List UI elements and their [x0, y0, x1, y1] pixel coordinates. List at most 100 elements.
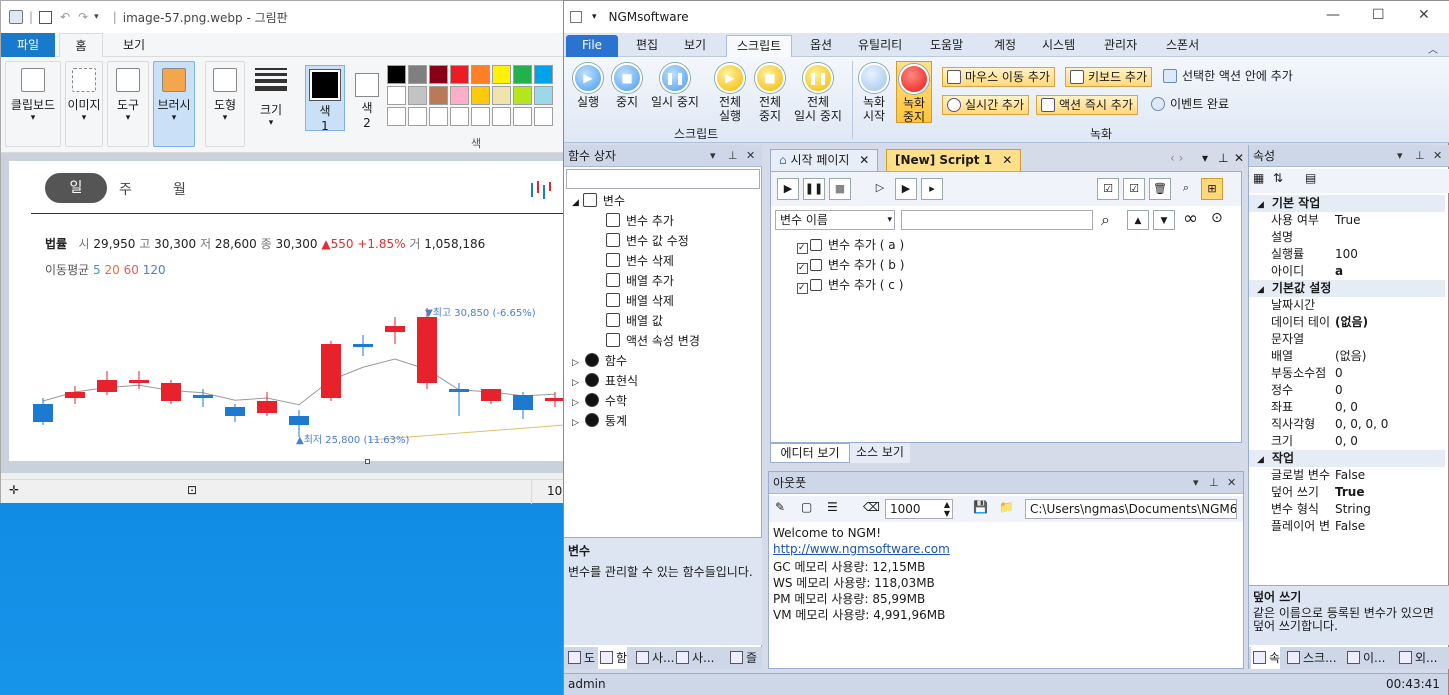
menu-1[interactable]: 편집	[626, 35, 668, 57]
save-icon[interactable]	[39, 10, 53, 24]
pause-all-button[interactable]: ❚❚ 전체 일시 중지	[790, 63, 846, 123]
record-stop-button[interactable]: 녹화 중지	[896, 61, 932, 124]
clipboard-button[interactable]: 클립보드 ▾	[5, 61, 61, 147]
canvas-resize-handle[interactable]	[365, 459, 370, 464]
broom-icon[interactable]: ✎	[775, 500, 785, 514]
editor-stop-icon[interactable]: ■	[829, 178, 851, 200]
period-week-button[interactable]: 주	[119, 179, 132, 199]
function-search-input[interactable]	[566, 169, 760, 189]
editor-pause-icon[interactable]: ❚❚	[803, 178, 825, 200]
ngm-quick-dropdown-icon[interactable]: ▾	[592, 12, 597, 22]
save-icon[interactable]: 💾	[973, 500, 988, 514]
paint-tab-file[interactable]: 파일	[1, 33, 55, 57]
property-pages-icon[interactable]: ▤	[1305, 171, 1316, 185]
tree-category-node[interactable]: ▷ 함수	[572, 351, 627, 371]
property-row[interactable]: 데이터 테이 (없음)	[1249, 314, 1445, 331]
palette-color-swatch[interactable]	[534, 107, 553, 126]
tree-category-node[interactable]: ▷ 표현식	[572, 371, 638, 391]
paint-tab-home[interactable]: 홈	[59, 33, 103, 58]
output-close-icon[interactable]: ✕	[1227, 472, 1236, 494]
property-value[interactable]: (없음)	[1335, 348, 1366, 365]
minimize-button[interactable]: —	[1326, 7, 1340, 23]
tab-start-page[interactable]: ⌂ 시작 페이지 ✕	[770, 149, 879, 171]
shapes-button[interactable]: 도형 ▾	[205, 61, 245, 147]
property-row[interactable]: 날짜시간	[1249, 297, 1445, 314]
period-month-button[interactable]: 월	[173, 179, 186, 199]
palette-color-swatch[interactable]	[513, 65, 532, 84]
property-row[interactable]: 글로벌 변수 False	[1249, 467, 1445, 484]
palette-color-swatch[interactable]	[492, 65, 511, 84]
property-value[interactable]: 0, 0	[1335, 433, 1358, 450]
palette-color-swatch[interactable]	[387, 107, 406, 126]
property-value[interactable]: a	[1335, 263, 1343, 280]
props-pin-icon[interactable]: ⊥	[1415, 145, 1425, 167]
folder-icon[interactable]: 📁	[999, 500, 1014, 514]
property-row[interactable]: 덮어 쓰기 True	[1249, 484, 1445, 501]
loop-icon[interactable]: ∞	[1183, 208, 1198, 229]
property-category[interactable]: ◢ 작업	[1249, 450, 1445, 467]
tree-item[interactable]: 배열 삭제	[606, 291, 674, 311]
record-start-button[interactable]: 녹화 시작	[856, 63, 892, 123]
quick-access-dropdown-icon[interactable]: ▾	[94, 12, 99, 22]
property-row[interactable]: 아이디 a	[1249, 263, 1445, 280]
palette-color-swatch[interactable]	[429, 65, 448, 84]
palette-color-swatch[interactable]	[471, 86, 490, 105]
property-row[interactable]: 직사각형 0, 0, 0, 0	[1249, 416, 1445, 433]
menu-8[interactable]: 시스템	[1032, 35, 1085, 57]
add-keyboard-button[interactable]: 키보드 추가	[1065, 67, 1153, 87]
property-value[interactable]: True	[1335, 212, 1361, 229]
image-button[interactable]: 이미지 ▾	[65, 61, 103, 147]
property-category[interactable]: ◢ 기본값 설정	[1249, 280, 1445, 297]
function-box-tab[interactable]: 도	[566, 647, 595, 669]
property-row[interactable]: 배열 (없음)	[1249, 348, 1445, 365]
output-pin-icon[interactable]: ⊥	[1209, 472, 1219, 494]
property-row[interactable]: 부동소수점 0	[1249, 365, 1445, 382]
find-icon[interactable]: ⌕	[1175, 178, 1197, 200]
tree-item[interactable]: 변수 추가	[606, 211, 674, 231]
check-icon[interactable]: ☑	[1123, 178, 1145, 200]
size-button[interactable]: 크기 ▾	[251, 61, 291, 147]
line-count-stepper[interactable]: 1000 ▲ ▼	[885, 499, 953, 519]
property-row[interactable]: 설명	[1249, 229, 1445, 246]
add-in-selected-action-button[interactable]: 선택한 액션 안에 추가	[1160, 67, 1293, 87]
property-value[interactable]: 0, 0	[1335, 399, 1358, 416]
tree-view-icon[interactable]: ⊞	[1201, 178, 1223, 200]
property-value[interactable]: False	[1335, 518, 1365, 535]
color1-button[interactable]: 색1	[305, 65, 345, 133]
brushes-button[interactable]: 브러시 ▾	[153, 61, 195, 147]
new-log-icon[interactable]: ▢	[801, 500, 812, 514]
property-value[interactable]: False	[1335, 467, 1365, 484]
panel-close-icon[interactable]: ✕	[746, 145, 755, 167]
tab-source-view[interactable]: 소스 보기	[850, 443, 910, 463]
tree-item[interactable]: 배열 값	[606, 311, 663, 331]
check-all-icon[interactable]: ☑	[1097, 178, 1119, 200]
menu-9[interactable]: 관리자	[1094, 35, 1147, 57]
variable-search-input[interactable]	[901, 210, 1093, 230]
paint-canvas[interactable]: 일 주 월 법률 시 29,950 고 30,300 저 28,600 종 30…	[9, 161, 565, 461]
script-line[interactable]: ✓ 변수 추가 ( c )	[797, 276, 903, 294]
tab-script-1[interactable]: [New] Script 1 ✕	[886, 149, 1022, 171]
palette-color-swatch[interactable]	[471, 65, 490, 84]
editor-play-box-icon[interactable]: ▶	[895, 178, 917, 200]
property-row[interactable]: 플레이어 변 False	[1249, 518, 1445, 535]
editor-step-icon[interactable]: ▷	[869, 178, 891, 200]
stop-button[interactable]: ■ 중지	[610, 63, 644, 109]
add-action-now-button[interactable]: 액션 즉시 추가	[1036, 95, 1138, 115]
props-close-icon[interactable]: ✕	[1433, 145, 1442, 167]
line-checkbox[interactable]: ✓	[797, 243, 808, 254]
redo-icon[interactable]: ↷	[78, 10, 88, 24]
close-button[interactable]: ✕	[1418, 7, 1430, 23]
palette-color-swatch[interactable]	[513, 86, 532, 105]
property-value[interactable]: 100	[1335, 246, 1358, 263]
categorized-icon[interactable]: ▦	[1253, 171, 1264, 185]
function-box-tab[interactable]: 사...	[634, 647, 674, 669]
eraser-icon[interactable]: ⌫	[863, 500, 880, 514]
property-value[interactable]: 0	[1335, 382, 1343, 399]
palette-color-swatch[interactable]	[408, 65, 427, 84]
function-box-tab[interactable]: 사...	[674, 647, 714, 669]
search-icon[interactable]: ⌕	[1101, 210, 1110, 230]
output-dropdown-icon[interactable]: ▾	[1193, 472, 1199, 494]
tree-item[interactable]: 배열 추가	[606, 271, 674, 291]
log-path-field[interactable]: C:\Users\ngmas\Documents\NGM6\	[1025, 499, 1237, 519]
pin-icon[interactable]: ⊥	[728, 145, 738, 167]
